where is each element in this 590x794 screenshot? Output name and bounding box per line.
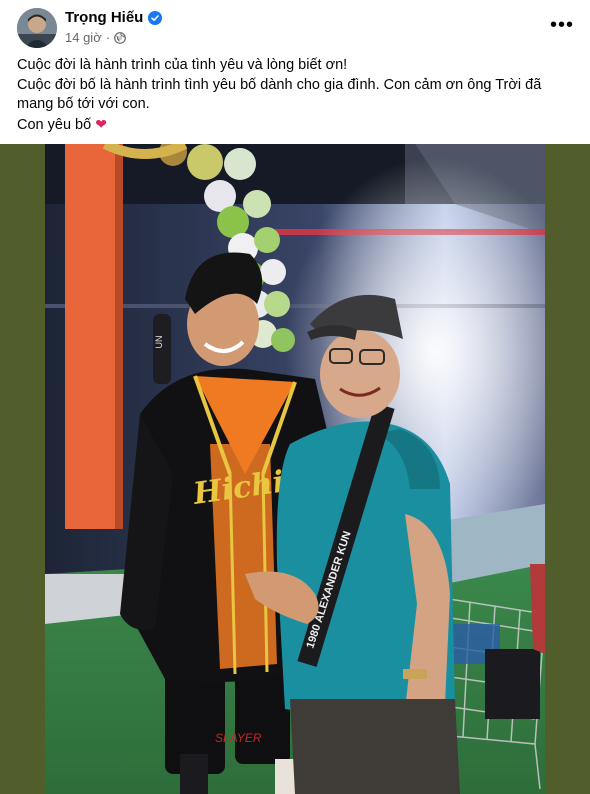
verified-badge-icon	[148, 10, 163, 25]
caption-line-last: Con yêu bố ❤	[17, 115, 577, 136]
caption-line: Cuộc đời bố là hành trình tình yêu bố dà…	[17, 76, 542, 93]
heart-emoji-icon: ❤	[95, 115, 107, 132]
author-name-row: Trọng Hiếu	[65, 9, 163, 26]
meta-separator: ·	[105, 30, 111, 45]
post-header: Trọng Hiếu 14 giờ · •••	[0, 0, 590, 52]
post-photo[interactable]: UN SLAYER Hichie 1980 ALEXANDER KUN	[45, 144, 545, 794]
author-name[interactable]: Trọng Hiếu	[65, 9, 143, 26]
shorts-print: SLAYER	[215, 731, 262, 745]
post-caption: Cuộc đời là hành trình của tình yêu và l…	[17, 56, 577, 135]
caption-line: mang bố tới với con.	[17, 96, 150, 112]
caption-text: Con yêu bố	[17, 116, 92, 133]
post-meta: 14 giờ ·	[65, 30, 126, 45]
post-timestamp[interactable]: 14 giờ	[65, 30, 102, 45]
post-photo-frame[interactable]: UN SLAYER Hichie 1980 ALEXANDER KUN	[0, 144, 590, 794]
bag-label: UN	[154, 336, 164, 349]
author-avatar[interactable]	[17, 8, 57, 48]
caption-line: Cuộc đời là hành trình của tình yêu và l…	[17, 57, 348, 73]
more-options-icon[interactable]: •••	[548, 14, 576, 36]
globe-icon[interactable]	[114, 31, 126, 44]
facebook-post: Trọng Hiếu 14 giờ · ••• Cuộc đời là hành…	[0, 0, 590, 794]
